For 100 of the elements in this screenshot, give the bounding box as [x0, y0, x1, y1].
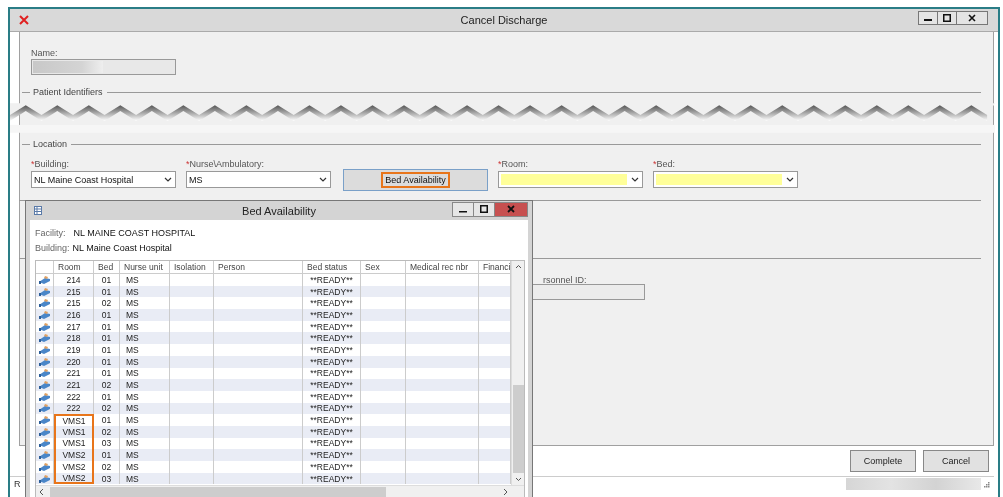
- table-cell: 221: [54, 379, 94, 391]
- bed-icon: [39, 392, 50, 401]
- scrollbar-thumb[interactable]: [512, 385, 524, 473]
- chevron-down-icon: [786, 177, 794, 182]
- scrollbar-thumb[interactable]: [50, 487, 386, 497]
- bed-icon: [39, 404, 50, 413]
- action-button[interactable]: Complete: [850, 450, 916, 472]
- chevron-down-icon: [164, 177, 172, 182]
- required-marker: *: [186, 159, 190, 169]
- table-cell: **READY**: [303, 309, 361, 321]
- table-cell: 01: [94, 355, 120, 368]
- horizontal-scrollbar[interactable]: [36, 485, 524, 497]
- table-cell: **READY**: [303, 344, 361, 356]
- table-cell: 220: [54, 355, 94, 368]
- bed-icon: [39, 381, 50, 390]
- field-label: Room:: [501, 159, 529, 169]
- table-cell: 219: [54, 344, 94, 356]
- chevron-down-icon: [319, 177, 327, 182]
- bed-availability-button[interactable]: Bed Availability: [343, 169, 488, 191]
- resize-grip-icon[interactable]: [983, 480, 990, 488]
- close-icon[interactable]: [968, 14, 976, 22]
- table-cell: 01: [94, 309, 120, 321]
- facility-value: NL MAINE COAST HOSPITAL: [73, 227, 196, 238]
- table-cell: 214: [54, 274, 94, 286]
- table-cell: MS: [120, 355, 170, 368]
- table-cell: MS: [120, 390, 170, 403]
- table-cell: **READY**: [303, 355, 361, 368]
- table-cell: MS: [120, 461, 170, 473]
- bed-icon: [39, 427, 50, 436]
- dropdown[interactable]: NL Maine Coast Hospital: [31, 171, 176, 188]
- table-cell: MS: [120, 379, 170, 391]
- chevron-down-icon: [631, 177, 639, 182]
- dialog-title: Bed Availability: [242, 204, 316, 217]
- table-cell: **READY**: [303, 425, 361, 438]
- table-cell: 01: [94, 344, 120, 356]
- table-cell: MS: [120, 274, 170, 286]
- table-cell: MS: [120, 414, 170, 426]
- table-cell: MS: [120, 309, 170, 321]
- name-field[interactable]: [31, 59, 176, 75]
- section-title: Location: [33, 139, 68, 149]
- status-text: R: [14, 479, 21, 489]
- bed-icon: [39, 357, 50, 366]
- name-label: Name:: [31, 48, 59, 58]
- table-cell: 01: [94, 414, 120, 426]
- dropdown[interactable]: MS: [186, 171, 331, 188]
- maximize-button[interactable]: [473, 201, 495, 217]
- required-marker: *: [31, 159, 35, 169]
- personnel-id-label: rsonnel ID:: [543, 275, 587, 285]
- bed-icon: [39, 462, 50, 471]
- minimize-button[interactable]: [918, 11, 938, 25]
- table-cell: **READY**: [303, 461, 361, 473]
- bed-icon: [39, 299, 50, 308]
- field-label: Bed:: [656, 159, 676, 169]
- bed-icon: [39, 451, 50, 460]
- table-cell: **READY**: [303, 390, 361, 403]
- table-cell: 222: [54, 402, 94, 415]
- table-icon: [34, 206, 42, 215]
- bed-icon: [39, 275, 50, 284]
- maximize-button[interactable]: [937, 11, 957, 25]
- table-cell: **READY**: [303, 274, 361, 286]
- bed-icon: [39, 322, 50, 331]
- table-cell: 02: [94, 461, 120, 473]
- table-cell: **READY**: [303, 472, 361, 485]
- maximize-icon[interactable]: [943, 14, 951, 22]
- table-cell: 216: [54, 309, 94, 321]
- bed-icon: [39, 474, 50, 483]
- field-label: Building:: [34, 159, 70, 169]
- dropdown[interactable]: [498, 171, 643, 188]
- table-cell: 02: [94, 379, 120, 391]
- table-cell: 02: [94, 425, 120, 438]
- required-marker: *: [653, 159, 657, 169]
- bed-icon: [39, 416, 50, 425]
- facility-label: Facility:: [35, 227, 66, 238]
- table-cell: 01: [94, 274, 120, 286]
- close-button[interactable]: [494, 201, 528, 217]
- bed-icon: [39, 369, 50, 378]
- table-cell: MS: [120, 344, 170, 356]
- table-cell: 222: [54, 390, 94, 403]
- bed-icon: [39, 310, 50, 319]
- dropdown[interactable]: [653, 171, 798, 188]
- window-title: Cancel Discharge: [460, 14, 548, 26]
- personnel-id-field[interactable]: [532, 284, 645, 300]
- bed-icon: [39, 345, 50, 354]
- table-cell: **READY**: [303, 414, 361, 426]
- section-title: Patient Identifiers: [33, 87, 103, 97]
- close-button[interactable]: [956, 11, 988, 25]
- bed-icon: [39, 439, 50, 448]
- building-value: NL Maine Coast Hospital: [72, 242, 172, 253]
- table-cell: 03: [94, 472, 120, 485]
- table-cell: 01: [94, 390, 120, 403]
- field-label: Nurse\Ambulatory:: [189, 159, 265, 169]
- required-marker: *: [498, 159, 502, 169]
- action-button[interactable]: Cancel: [923, 450, 989, 472]
- vertical-scrollbar[interactable]: [511, 261, 524, 485]
- maximize-icon[interactable]: [480, 205, 488, 213]
- minimize-button[interactable]: [452, 201, 474, 217]
- building-label: Building:: [35, 242, 70, 253]
- bed-icon: [39, 287, 50, 296]
- table-cell: **READY**: [303, 379, 361, 391]
- table-cell: MS: [120, 472, 170, 485]
